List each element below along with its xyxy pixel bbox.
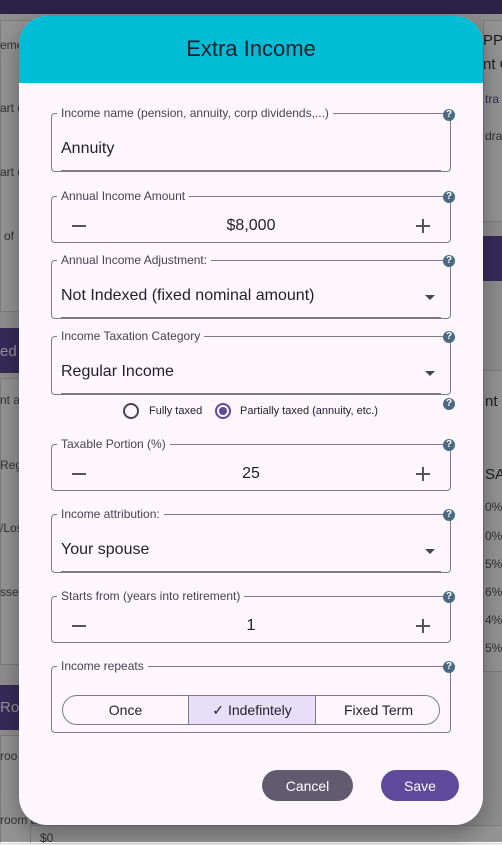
income-repeats-field: Income repeats Once ✓ Indefintely Fixed T… <box>51 659 451 733</box>
repeats-indefinitely-button[interactable]: ✓ Indefintely <box>189 696 315 724</box>
radio-partially-taxed[interactable] <box>215 403 231 419</box>
income-taxation-label: Income Taxation Category <box>61 329 201 343</box>
cancel-button[interactable]: Cancel <box>262 770 353 801</box>
radio-fully-taxed-label: Fully taxed <box>149 405 203 417</box>
tax-type-radio-group: Fully taxed Partially taxed (annuity, et… <box>19 398 483 422</box>
income-taxation-underline <box>61 393 441 394</box>
chevron-down-icon[interactable] <box>425 371 435 376</box>
help-icon[interactable]: ? <box>443 591 455 603</box>
dialog-title: Extra Income <box>186 36 316 61</box>
income-name-underline <box>61 170 441 171</box>
dialog-header: Extra Income <box>19 16 483 83</box>
check-icon: ✓ <box>212 702 224 718</box>
income-taxation-value: Regular Income <box>61 363 174 380</box>
income-name-value: Annuity <box>61 140 115 157</box>
repeats-indefinitely-label: Indefintely <box>227 702 292 718</box>
help-icon[interactable]: ? <box>443 398 455 410</box>
income-adjustment-value: Not Indexed (fixed nominal amount) <box>61 287 315 304</box>
extra-income-dialog: Extra Income Income name (pension, annui… <box>19 16 483 825</box>
income-adjustment-underline <box>61 317 441 318</box>
income-attribution-label: Income attribution: <box>61 507 160 521</box>
annual-amount-value: $8,000 <box>226 217 276 234</box>
chevron-down-icon[interactable] <box>425 295 435 300</box>
increment-icon[interactable] <box>416 467 430 481</box>
help-icon[interactable]: ? <box>443 661 455 673</box>
income-attribution-value: Your spouse <box>61 541 150 558</box>
chevron-down-icon[interactable] <box>425 549 435 554</box>
taxable-portion-label: Taxable Portion (%) <box>61 437 166 451</box>
income-name-label: Income name (pension, annuity, corp divi… <box>61 106 329 120</box>
taxable-portion-value: 25 <box>242 465 260 482</box>
repeats-once-button[interactable]: Once <box>63 696 188 724</box>
income-taxation-select[interactable]: Income Taxation Category Regular Income <box>51 329 451 395</box>
help-icon[interactable]: ? <box>443 331 455 343</box>
increment-icon[interactable] <box>416 619 430 633</box>
annual-amount-label: Annual Income Amount <box>61 189 186 203</box>
income-attribution-select[interactable]: Income attribution: Your spouse <box>51 507 451 573</box>
income-adjustment-select[interactable]: Annual Income Adjustment: Not Indexed (f… <box>51 253 451 319</box>
income-name-field[interactable]: Income name (pension, annuity, corp divi… <box>51 106 451 172</box>
save-button[interactable]: Save <box>381 770 459 801</box>
annual-amount-stepper[interactable]: Annual Income Amount $8,000 <box>51 189 451 243</box>
help-icon[interactable]: ? <box>443 109 455 121</box>
radio-partially-taxed-label: Partially taxed (annuity, etc.) <box>240 405 378 417</box>
income-attribution-underline <box>61 571 441 572</box>
repeats-fixed-term-button[interactable]: Fixed Term <box>316 696 439 724</box>
help-icon[interactable]: ? <box>443 255 455 267</box>
radio-fully-taxed[interactable] <box>123 403 139 419</box>
income-repeats-label: Income repeats <box>61 659 144 673</box>
increment-icon[interactable] <box>416 219 430 233</box>
starts-from-stepper[interactable]: Starts from (years into retirement) 1 <box>51 589 451 643</box>
help-icon[interactable]: ? <box>443 191 455 203</box>
help-icon[interactable]: ? <box>443 509 455 521</box>
starts-from-label: Starts from (years into retirement) <box>61 589 241 603</box>
income-adjustment-label: Annual Income Adjustment: <box>61 253 208 267</box>
income-repeats-segmented: Once ✓ Indefintely Fixed Term <box>62 695 440 725</box>
starts-from-value: 1 <box>246 617 256 634</box>
taxable-portion-stepper[interactable]: Taxable Portion (%) 25 <box>51 437 451 491</box>
help-icon[interactable]: ? <box>443 439 455 451</box>
